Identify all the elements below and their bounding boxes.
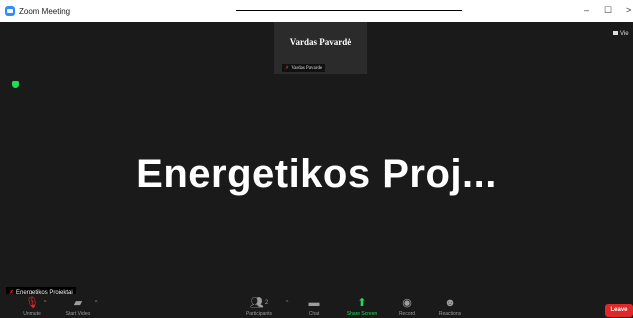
- view-button[interactable]: Vie: [613, 31, 629, 37]
- participant-count: 2: [264, 300, 269, 306]
- close-button[interactable]: >: [626, 5, 631, 15]
- window-titlebar: Zoom Meeting – ☐ >: [0, 0, 633, 22]
- start-video-button[interactable]: ▰ Start Video: [48, 294, 108, 318]
- view-button-label: Vie: [620, 31, 629, 37]
- audio-options-caret-icon[interactable]: ^: [44, 300, 46, 306]
- meeting-toolbar: 🎙︎ Unmute ^ ▰ Start Video ^ 👥︎2 Particip…: [0, 294, 633, 318]
- participants-label: Participants: [245, 311, 273, 317]
- speaker-tag: ✗ Vardas Pavarde: [282, 64, 326, 72]
- maximize-button[interactable]: ☐: [604, 5, 612, 16]
- window-title: Zoom Meeting: [19, 7, 71, 16]
- start-video-label: Start Video: [65, 311, 91, 317]
- grid-view-icon: [613, 31, 618, 35]
- speaker-name: Vardas Pavardė: [289, 37, 352, 47]
- leave-button[interactable]: Leave: [605, 304, 633, 317]
- divider-line: [236, 10, 462, 11]
- video-off-icon: ▰: [73, 297, 83, 309]
- reactions-label: Reactions: [438, 311, 462, 317]
- reactions-icon: ☻: [444, 297, 456, 309]
- video-options-caret-icon[interactable]: ^: [95, 300, 97, 306]
- active-speaker-thumbnail[interactable]: Vardas Pavardė ✗ Vardas Pavarde: [274, 22, 367, 74]
- zoom-logo-icon: [5, 6, 15, 16]
- participants-icon: 👥︎2: [249, 297, 269, 309]
- participants-button[interactable]: 👥︎2 Participants: [229, 294, 289, 318]
- minimize-button[interactable]: –: [584, 5, 589, 15]
- speaker-tag-label: Vardas Pavarde: [291, 66, 323, 71]
- security-shield-icon[interactable]: [12, 81, 19, 88]
- reactions-button[interactable]: ☻ Reactions: [420, 294, 480, 318]
- participant-display-name: Energetikos Proj...: [136, 152, 497, 196]
- mic-muted-icon: ✗: [285, 66, 290, 71]
